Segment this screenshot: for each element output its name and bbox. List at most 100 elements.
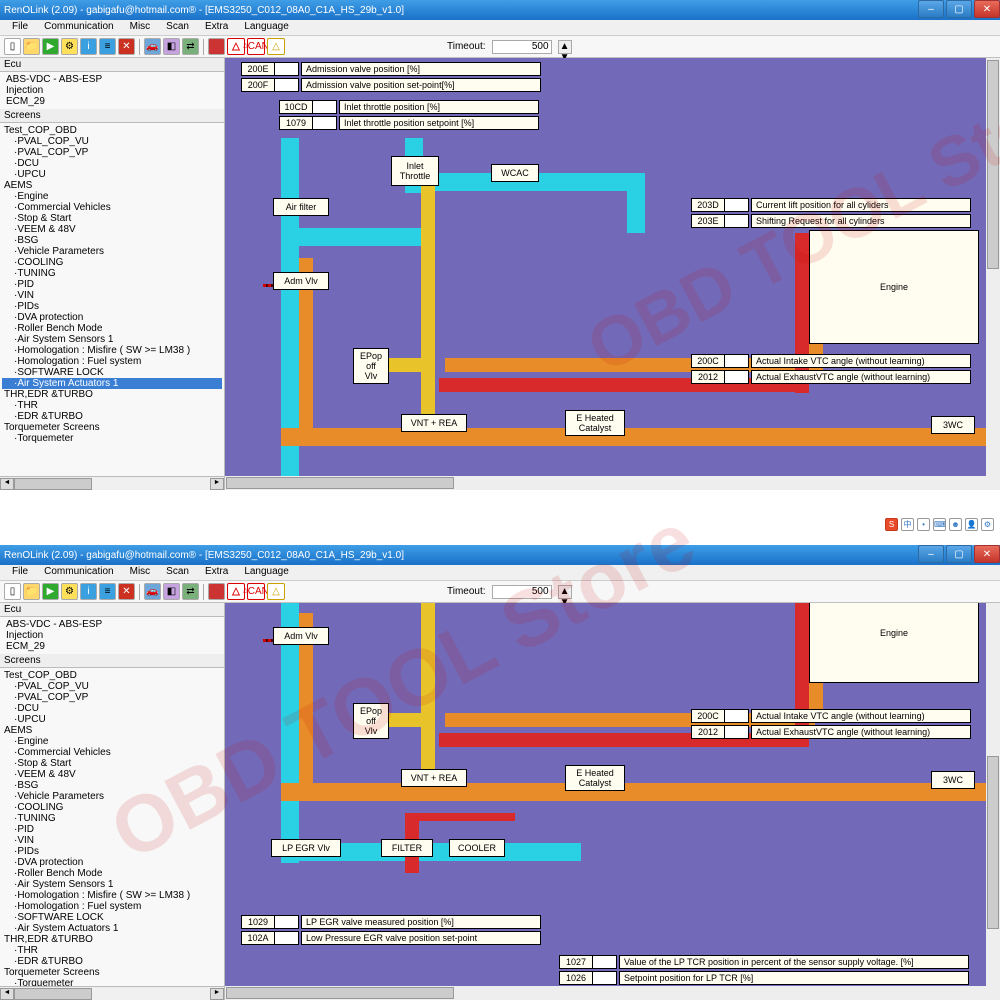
note-icon[interactable] xyxy=(208,38,225,55)
stop-icon[interactable]: ✕ xyxy=(118,583,135,600)
info-icon[interactable]: i xyxy=(80,38,97,55)
tree-node[interactable]: ·UPCU xyxy=(2,169,222,180)
graph-icon[interactable]: ⇄ xyxy=(182,583,199,600)
tree-node[interactable]: Test_COP_OBD xyxy=(2,670,222,681)
open-icon[interactable]: 📁 xyxy=(23,38,40,55)
ime-emoji-icon[interactable]: ☻ xyxy=(949,518,962,531)
tree-node[interactable]: ·DCU xyxy=(2,158,222,169)
menu-file[interactable]: File xyxy=(4,20,36,35)
timeout-spinner[interactable]: ▲▼ xyxy=(558,585,572,599)
menu-misc[interactable]: Misc xyxy=(122,565,159,580)
db-icon[interactable]: ≡ xyxy=(99,38,116,55)
menu-scan[interactable]: Scan xyxy=(158,565,197,580)
tree-node[interactable]: ·VEEM & 48V xyxy=(2,769,222,780)
ime-user-icon[interactable]: 👤 xyxy=(965,518,978,531)
warn-can-icon[interactable]: △CAN xyxy=(247,583,265,600)
warn-triangle-yellow-icon[interactable]: △ xyxy=(267,38,285,55)
menu-extra[interactable]: Extra xyxy=(197,20,236,35)
timeout-input[interactable] xyxy=(492,585,552,599)
tree-node[interactable]: ·Homologation : Misfire ( SW >= LM38 ) xyxy=(2,890,222,901)
menu-scan[interactable]: Scan xyxy=(158,20,197,35)
tree-node[interactable]: ·BSG xyxy=(2,235,222,246)
info-icon[interactable]: i xyxy=(80,583,97,600)
ecu-item[interactable]: ECM_29 xyxy=(4,641,220,652)
ecu-item[interactable]: Injection xyxy=(4,630,220,641)
diagram-hscroll[interactable] xyxy=(225,986,986,1000)
tree-node[interactable]: ·Air System Actuators 1 xyxy=(2,923,222,934)
warn-triangle-yellow-icon[interactable]: △ xyxy=(267,583,285,600)
tree-node[interactable]: Torquemeter Screens xyxy=(2,422,222,433)
tree-node[interactable]: ·PVAL_COP_VU xyxy=(2,136,222,147)
minimize-button[interactable]: – xyxy=(918,545,944,563)
tree-node[interactable]: ·Vehicle Parameters xyxy=(2,791,222,802)
tree-node[interactable]: ·Engine xyxy=(2,191,222,202)
sidebar-hscroll[interactable]: ◄► xyxy=(0,476,224,490)
tree-node[interactable]: ·Vehicle Parameters xyxy=(2,246,222,257)
menu-language[interactable]: Language xyxy=(236,565,297,580)
open-icon[interactable]: 📁 xyxy=(23,583,40,600)
tree-node[interactable]: Test_COP_OBD xyxy=(2,125,222,136)
tree-node[interactable]: ·BSG xyxy=(2,780,222,791)
ecu-item[interactable]: Injection xyxy=(4,85,220,96)
tree-node[interactable]: ·PID xyxy=(2,279,222,290)
sidebar-hscroll[interactable]: ◄► xyxy=(0,986,224,1000)
diagram-canvas[interactable]: Inlet Throttle WCAC Air filter Adm Vlv E… xyxy=(225,58,1000,490)
menu-communication[interactable]: Communication xyxy=(36,565,121,580)
tree-node[interactable]: ·COOLING xyxy=(2,257,222,268)
tree-node[interactable]: ·VIN xyxy=(2,290,222,301)
ecu-item[interactable]: ECM_29 xyxy=(4,96,220,107)
menu-communication[interactable]: Communication xyxy=(36,20,121,35)
tree-node[interactable]: ·COOLING xyxy=(2,802,222,813)
close-button[interactable]: ✕ xyxy=(974,545,1000,563)
timeout-spinner[interactable]: ▲▼ xyxy=(558,40,572,54)
tree-node[interactable]: ·TUNING xyxy=(2,813,222,824)
tree-node[interactable]: ·VIN xyxy=(2,835,222,846)
tree-node[interactable]: ·DVA protection xyxy=(2,857,222,868)
maximize-button[interactable]: ▢ xyxy=(946,545,972,563)
tree-node[interactable]: AEMS xyxy=(2,725,222,736)
new-icon[interactable]: ▯ xyxy=(4,583,21,600)
tree-node[interactable]: ·DVA protection xyxy=(2,312,222,323)
tree-node[interactable]: ·DCU xyxy=(2,703,222,714)
ime-cn-icon[interactable]: 中 xyxy=(901,518,914,531)
car-icon[interactable]: 🚗 xyxy=(144,583,161,600)
car-icon[interactable]: 🚗 xyxy=(144,38,161,55)
tree-node[interactable]: ·Commercial Vehicles xyxy=(2,202,222,213)
tree-node[interactable]: ·Homologation : Fuel system xyxy=(2,901,222,912)
tree-node[interactable]: ·Air System Actuators 1 xyxy=(2,378,222,389)
tree-node[interactable]: ·PVAL_COP_VP xyxy=(2,147,222,158)
ime-punct-icon[interactable]: • xyxy=(917,518,930,531)
ime-keyboard-icon[interactable]: ⌨ xyxy=(933,518,946,531)
diagram-canvas[interactable]: Adm Vlv Engine EPop off Vlv VNT + REA E … xyxy=(225,603,1000,1000)
tree-node[interactable]: ·Homologation : Misfire ( SW >= LM38 ) xyxy=(2,345,222,356)
titlebar[interactable]: RenOLink (2.09) - gabigafu@hotmail.com® … xyxy=(0,0,1000,20)
new-icon[interactable]: ▯ xyxy=(4,38,21,55)
tree-node[interactable]: ·Stop & Start xyxy=(2,758,222,769)
graph-icon[interactable]: ⇄ xyxy=(182,38,199,55)
tree-node[interactable]: ·PVAL_COP_VU xyxy=(2,681,222,692)
tree-node[interactable]: ·SOFTWARE LOCK xyxy=(2,912,222,923)
sogou-icon[interactable]: S xyxy=(885,518,898,531)
tree-node[interactable]: ·PIDs xyxy=(2,301,222,312)
tree-node[interactable]: ·Roller Bench Mode xyxy=(2,868,222,879)
tree-node[interactable]: ·Torquemeter xyxy=(2,433,222,444)
tree-node[interactable]: ·TUNING xyxy=(2,268,222,279)
tree-node[interactable]: ·THR xyxy=(2,945,222,956)
titlebar[interactable]: RenOLink (2.09) - gabigafu@hotmail.com® … xyxy=(0,545,1000,565)
minimize-button[interactable]: – xyxy=(918,0,944,18)
tree-node[interactable]: ·PVAL_COP_VP xyxy=(2,692,222,703)
diagram-hscroll[interactable] xyxy=(225,476,986,490)
tree-node[interactable]: ·Homologation : Fuel system xyxy=(2,356,222,367)
tree-node[interactable]: ·THR xyxy=(2,400,222,411)
tree-node[interactable]: ·Engine xyxy=(2,736,222,747)
ime-settings-icon[interactable]: ⚙ xyxy=(981,518,994,531)
warn-can-icon[interactable]: △CAN xyxy=(247,38,265,55)
tree-node[interactable]: ·UPCU xyxy=(2,714,222,725)
maximize-button[interactable]: ▢ xyxy=(946,0,972,18)
tree-node[interactable]: ·Air System Sensors 1 xyxy=(2,334,222,345)
stop-icon[interactable]: ✕ xyxy=(118,38,135,55)
screens-tree[interactable]: Test_COP_OBD·PVAL_COP_VU·PVAL_COP_VP·DCU… xyxy=(0,123,224,476)
tree-node[interactable]: ·Roller Bench Mode xyxy=(2,323,222,334)
chip-icon[interactable]: ◧ xyxy=(163,38,180,55)
tree-node[interactable]: Torquemeter Screens xyxy=(2,967,222,978)
